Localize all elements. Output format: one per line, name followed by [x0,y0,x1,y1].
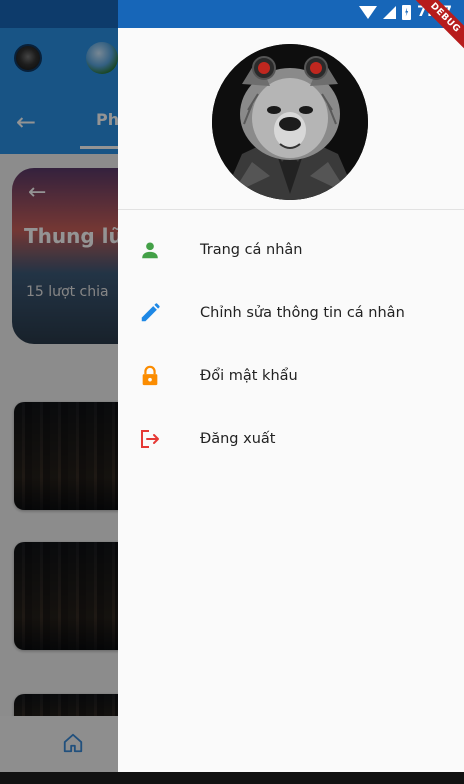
menu-label-profile: Trang cá nhân [200,241,303,258]
wifi-icon [359,5,378,19]
logout-icon [138,427,162,451]
drawer-header [118,28,464,210]
lock-icon [138,364,162,388]
menu-item-change-password[interactable]: Đổi mật khẩu [118,344,464,407]
signal-icon [383,5,397,19]
system-navigation-strip [0,772,464,784]
menu-label-edit-profile: Chỉnh sửa thông tin cá nhân [200,304,405,321]
menu-label-change-password: Đổi mật khẩu [200,367,298,384]
person-icon [138,238,162,262]
menu-item-profile[interactable]: Trang cá nhân [118,218,464,281]
battery-icon [402,4,412,20]
menu-label-logout: Đăng xuất [200,430,276,447]
drawer-menu: Trang cá nhân Chỉnh sửa thông tin cá nhâ… [118,218,464,470]
profile-avatar[interactable] [212,44,368,200]
menu-item-edit-profile[interactable]: Chỉnh sửa thông tin cá nhân [118,281,464,344]
navigation-drawer: Trang cá nhân Chỉnh sửa thông tin cá nhâ… [118,0,464,784]
pencil-icon [138,301,162,325]
menu-item-logout[interactable]: Đăng xuất [118,407,464,470]
